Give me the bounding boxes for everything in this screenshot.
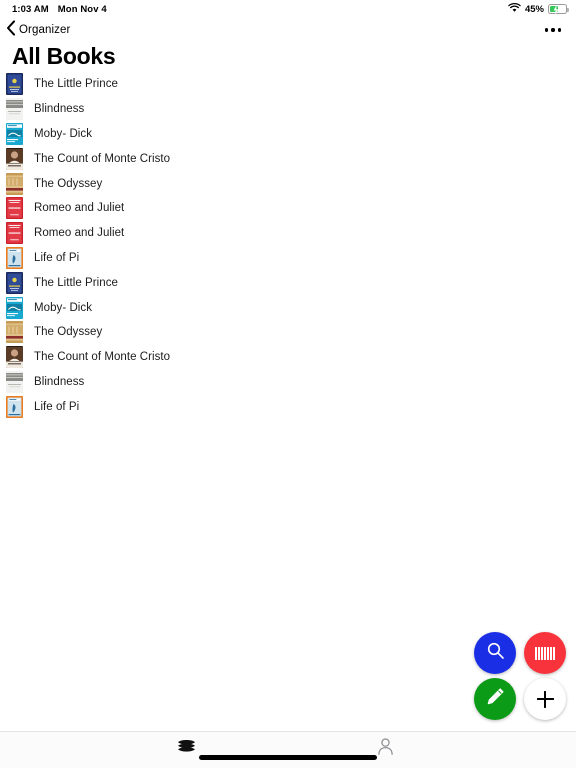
book-list-item[interactable]: The Count of Monte Cristo bbox=[0, 146, 576, 171]
book-list-item[interactable]: Moby- Dick bbox=[0, 122, 576, 147]
book-list-item[interactable]: Blindness bbox=[0, 370, 576, 395]
book-list[interactable]: The Little Prince Blindness Moby- Dick T… bbox=[0, 72, 576, 419]
book-cover-thumbnail bbox=[6, 296, 23, 319]
book-cover-thumbnail bbox=[6, 172, 23, 195]
book-list-item[interactable]: Moby- Dick bbox=[0, 295, 576, 320]
ellipsis-icon-dot bbox=[544, 28, 549, 32]
edit-fab[interactable] bbox=[474, 678, 516, 720]
pencil-icon bbox=[486, 687, 505, 711]
bolt-icon bbox=[553, 5, 559, 15]
book-title: Moby- Dick bbox=[34, 301, 93, 314]
book-cover-thumbnail bbox=[6, 98, 23, 121]
book-title: The Little Prince bbox=[34, 78, 118, 91]
tab-bar bbox=[0, 731, 576, 768]
book-title: Life of Pi bbox=[34, 400, 80, 413]
status-date: Mon Nov 4 bbox=[57, 3, 107, 15]
book-cover-thumbnail bbox=[6, 321, 23, 344]
battery-percent: 45% bbox=[524, 3, 544, 15]
book-list-item[interactable]: The Little Prince bbox=[0, 270, 576, 295]
book-list-item[interactable]: The Odyssey bbox=[0, 171, 576, 196]
ellipsis-icon-dot bbox=[551, 28, 555, 32]
book-list-item[interactable]: Blindness bbox=[0, 97, 576, 122]
book-title: Romeo and Juliet bbox=[34, 227, 125, 240]
app-root: 1:03 AM Mon Nov 4 45% Organizer All Book… bbox=[0, 0, 576, 768]
navigation-bar: Organizer bbox=[0, 18, 576, 42]
book-title: The Odyssey bbox=[34, 326, 103, 339]
book-list-item[interactable]: Life of Pi bbox=[0, 246, 576, 271]
book-cover-thumbnail bbox=[6, 197, 23, 220]
book-cover-thumbnail bbox=[6, 122, 23, 145]
status-bar-left: 1:03 AM Mon Nov 4 bbox=[12, 4, 107, 15]
chevron-left-icon bbox=[6, 19, 16, 41]
fab-cluster bbox=[472, 630, 568, 722]
home-indicator bbox=[199, 755, 377, 760]
book-title: The Odyssey bbox=[34, 177, 103, 190]
book-title: Romeo and Juliet bbox=[34, 202, 125, 215]
back-button[interactable]: Organizer bbox=[6, 19, 71, 41]
wifi-icon bbox=[508, 0, 521, 18]
book-list-item[interactable]: Romeo and Juliet bbox=[0, 221, 576, 246]
back-button-label: Organizer bbox=[19, 24, 71, 36]
add-fab[interactable] bbox=[524, 678, 566, 720]
page-title: All Books bbox=[12, 43, 116, 69]
search-icon bbox=[486, 641, 505, 665]
book-title: Blindness bbox=[34, 103, 85, 116]
status-time: 1:03 AM bbox=[12, 3, 49, 15]
more-options-button[interactable] bbox=[543, 24, 563, 35]
book-list-item[interactable]: The Count of Monte Cristo bbox=[0, 345, 576, 370]
book-title: The Little Prince bbox=[34, 276, 118, 289]
book-title: Moby- Dick bbox=[34, 127, 93, 140]
book-list-item[interactable]: The Odyssey bbox=[0, 320, 576, 345]
plus-icon bbox=[536, 690, 554, 708]
search-fab[interactable] bbox=[474, 632, 516, 674]
book-list-item[interactable]: Romeo and Juliet bbox=[0, 196, 576, 221]
book-cover-thumbnail bbox=[6, 271, 23, 294]
books-stack-icon bbox=[176, 737, 197, 761]
book-title: The Count of Monte Cristo bbox=[34, 351, 171, 364]
battery-charging-icon bbox=[548, 4, 569, 15]
status-bar-right: 45% bbox=[508, 0, 569, 18]
book-cover-thumbnail bbox=[6, 370, 23, 393]
book-list-item[interactable]: Life of Pi bbox=[0, 394, 576, 419]
person-icon bbox=[376, 737, 395, 761]
barcode-icon bbox=[535, 646, 555, 660]
scan-fab[interactable] bbox=[524, 632, 566, 674]
book-cover-thumbnail bbox=[6, 346, 23, 369]
book-cover-thumbnail bbox=[6, 147, 23, 170]
book-list-item[interactable]: The Little Prince bbox=[0, 72, 576, 97]
book-cover-thumbnail bbox=[6, 73, 23, 96]
book-title: Blindness bbox=[34, 375, 85, 388]
book-title: Life of Pi bbox=[34, 251, 80, 264]
book-title: The Count of Monte Cristo bbox=[34, 152, 171, 165]
status-bar: 1:03 AM Mon Nov 4 45% bbox=[0, 0, 576, 18]
book-cover-thumbnail bbox=[6, 246, 23, 269]
book-cover-thumbnail bbox=[6, 222, 23, 245]
book-cover-thumbnail bbox=[6, 395, 23, 418]
ellipsis-icon-dot bbox=[557, 28, 561, 32]
